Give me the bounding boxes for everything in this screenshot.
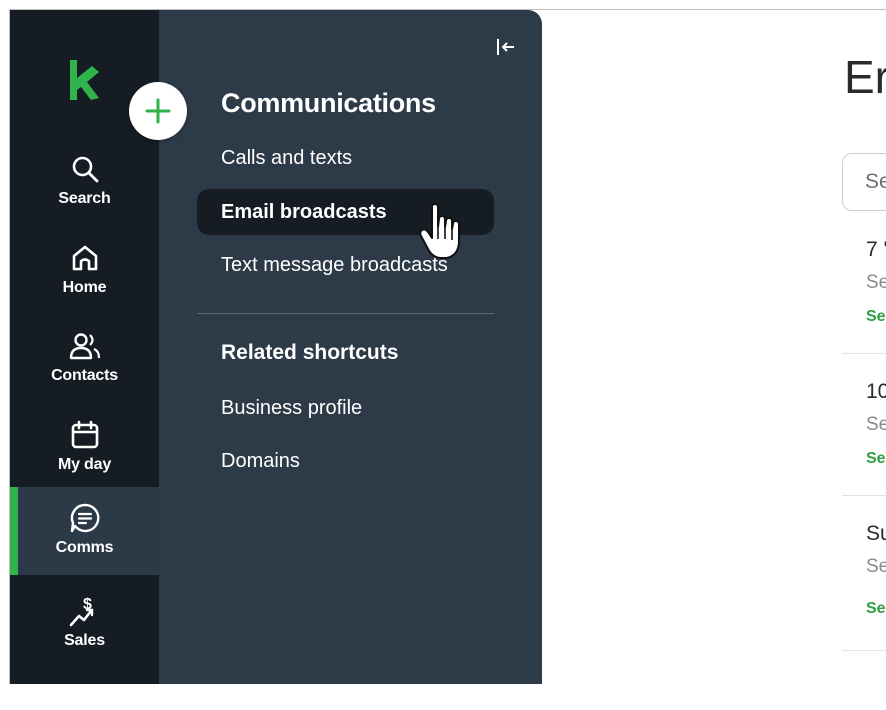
- nav-item-home[interactable]: Home: [10, 227, 159, 315]
- home-icon: [68, 241, 102, 275]
- sales-icon: $: [68, 594, 102, 628]
- list-item-status: Se: [866, 600, 886, 617]
- keap-logo-icon[interactable]: [66, 58, 102, 102]
- list-item-status: Se: [866, 450, 886, 467]
- list-item-subtitle: Se: [866, 272, 886, 293]
- collapse-left-icon: [497, 39, 514, 55]
- menu-item-email-broadcasts[interactable]: Email broadcasts: [197, 189, 494, 235]
- page-title: Er: [844, 51, 886, 103]
- nav-item-search[interactable]: Search: [10, 138, 159, 226]
- nav-item-label: Comms: [55, 539, 114, 556]
- list-item-title: 7 ': [866, 238, 886, 261]
- communications-panel: Communications Calls and texts Email bro…: [159, 10, 542, 684]
- nav-item-contacts[interactable]: Contacts: [10, 315, 159, 403]
- row-divider: [842, 650, 886, 651]
- truncated-nav-icon: [68, 680, 102, 710]
- nav-item-label: Search: [58, 190, 111, 207]
- main-content: Er Se 7 ' Se Se 10 Se Se Su Se Se: [542, 10, 886, 684]
- add-button[interactable]: [129, 82, 187, 140]
- nav-item-label: Sales: [64, 632, 105, 649]
- panel-divider: [197, 313, 494, 314]
- list-item[interactable]: 10 Se Se: [844, 380, 886, 480]
- related-shortcuts-title: Related shortcuts: [221, 341, 399, 364]
- menu-item-calls-and-texts[interactable]: Calls and texts: [197, 135, 494, 181]
- collapse-panel-button[interactable]: [493, 34, 519, 60]
- list-item[interactable]: 7 ' Se Se: [844, 238, 886, 338]
- list-item-subtitle: Se: [866, 414, 886, 435]
- search-icon: [68, 152, 102, 186]
- panel-title: Communications: [221, 88, 436, 118]
- list-item[interactable]: Su Se Se: [844, 522, 886, 622]
- nav-item-sales[interactable]: $ Sales: [10, 580, 159, 668]
- list-item-title: Su: [866, 522, 886, 545]
- nav-item-label: Home: [62, 279, 107, 296]
- calendar-icon: [68, 418, 102, 452]
- row-divider: [842, 495, 886, 496]
- search-input[interactable]: Se: [842, 153, 886, 211]
- contacts-icon: [68, 329, 102, 363]
- menu-item-text-message-broadcasts[interactable]: Text message broadcasts: [197, 242, 494, 288]
- menu-item-domains[interactable]: Domains: [197, 438, 494, 484]
- nav-item-comms[interactable]: Comms: [10, 487, 159, 575]
- menu-item-business-profile[interactable]: Business profile: [197, 385, 494, 431]
- list-item-subtitle: Se: [866, 556, 886, 577]
- chat-icon: [68, 501, 102, 535]
- list-item-title: 10: [866, 380, 886, 403]
- nav-item-label: My day: [57, 456, 112, 473]
- nav-item-label: Contacts: [51, 367, 118, 384]
- nav-item-my-day[interactable]: My day: [10, 404, 159, 492]
- plus-icon: [145, 98, 171, 124]
- list-item-status: Se: [866, 308, 886, 325]
- row-divider: [842, 353, 886, 354]
- nav-item-more[interactable]: [10, 666, 159, 709]
